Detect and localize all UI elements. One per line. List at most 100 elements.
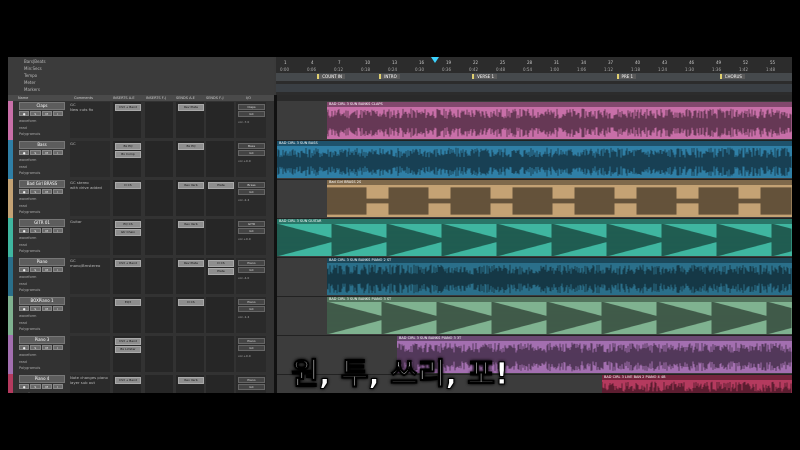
view-selector[interactable]: waveform bbox=[19, 236, 36, 240]
track-name[interactable]: Bass bbox=[19, 141, 65, 149]
io-selector[interactable]: Bass bbox=[238, 143, 265, 149]
track-name[interactable]: Bad Girl BRASS bbox=[19, 180, 65, 188]
plugin-slot[interactable]: CS3 + Bend bbox=[115, 260, 141, 267]
track-lane[interactable]: BAD CIRL 3 SUN BANKS PIANO 3 ST bbox=[277, 296, 792, 336]
plugin-slot[interactable]: Bx EQ bbox=[115, 143, 141, 150]
plugin-slot[interactable]: Bx Comp bbox=[115, 151, 141, 158]
marker[interactable]: PRE 1 bbox=[616, 74, 637, 79]
automation-selector[interactable]: read bbox=[19, 204, 27, 208]
input-monitor-button[interactable]: I bbox=[52, 267, 63, 272]
automation-selector[interactable]: read bbox=[19, 243, 27, 247]
ruler-label-markers[interactable]: Markers bbox=[8, 86, 40, 93]
timeline-ruler[interactable]: 1 4 7 10 13 16 19 22 25 28 31 34 37 40 43 46 49 52 55 0:00… bbox=[276, 57, 792, 95]
view-selector[interactable]: waveform bbox=[19, 119, 36, 123]
mute-button[interactable]: M bbox=[41, 150, 52, 155]
audio-clip[interactable]: BAD CIRL 3 SUN BANKS PIANO 3 ST bbox=[327, 297, 792, 334]
input-monitor-button[interactable]: I bbox=[52, 306, 63, 311]
record-button[interactable]: ● bbox=[19, 228, 30, 233]
track-name[interactable]: Claps bbox=[19, 102, 65, 110]
mute-button[interactable]: M bbox=[41, 111, 52, 116]
io-selector[interactable]: Piano bbox=[238, 260, 265, 266]
mute-button[interactable]: M bbox=[41, 267, 52, 272]
track-row[interactable]: Piano ● S M Iwaveform read Polygramois GC mono/… bbox=[8, 257, 274, 297]
view-selector[interactable]: waveform bbox=[19, 158, 36, 162]
view-selector[interactable]: waveform bbox=[19, 275, 36, 279]
track-lane[interactable]: BAD CIRL 3 SUN BANKS CLAPS bbox=[277, 101, 792, 141]
mute-button[interactable]: M bbox=[41, 228, 52, 233]
track-row[interactable]: Claps ● S M Iwaveform read Polygramois GC New c… bbox=[8, 101, 274, 141]
io-selector[interactable]: Piano bbox=[238, 338, 265, 344]
playlist-selector[interactable]: Polygramois bbox=[19, 288, 40, 292]
record-button[interactable]: ● bbox=[19, 111, 30, 116]
audio-clip[interactable]: BAD CIRL 3 SUN BANKS PIANO 2 ST bbox=[327, 258, 792, 295]
marker[interactable]: COUNT IN bbox=[317, 74, 346, 79]
audio-clip[interactable]: Bad Girl BRASS 2S bbox=[327, 180, 792, 217]
plugin-slot[interactable]: D CS bbox=[178, 299, 204, 306]
io-selector[interactable]: GC bbox=[238, 150, 265, 156]
io-selector[interactable]: GC bbox=[238, 111, 265, 117]
audio-clip[interactable]: BAD CIRL 3 SUN BASS bbox=[277, 141, 792, 178]
plugin-slot[interactable]: CS3 + Bend bbox=[115, 104, 141, 111]
track-comment[interactable] bbox=[70, 297, 110, 333]
input-monitor-button[interactable]: I bbox=[52, 111, 63, 116]
io-selector[interactable]: GC bbox=[238, 228, 265, 234]
plugin-slot[interactable]: Rev Verb bbox=[178, 221, 204, 228]
view-selector[interactable]: waveform bbox=[19, 197, 36, 201]
ruler-label-tempo[interactable]: Tempo bbox=[8, 72, 37, 79]
input-monitor-button[interactable]: I bbox=[52, 228, 63, 233]
ruler-label-bars[interactable]: Bars|Beats bbox=[8, 58, 46, 65]
playlist-selector[interactable]: Polygramois bbox=[19, 249, 40, 253]
track-comment[interactable]: GC mono/Bmstereo bbox=[70, 258, 110, 294]
playhead-flag-icon[interactable] bbox=[431, 57, 439, 63]
plugin-slot[interactable]: Gtr Chain bbox=[115, 229, 141, 236]
view-selector[interactable]: waveform bbox=[19, 314, 36, 318]
solo-button[interactable]: S bbox=[30, 228, 41, 233]
bars-ruler[interactable]: 1 4 7 10 13 16 19 22 25 28 31 34 37 40 43 46 49 52 55 bbox=[276, 60, 792, 66]
record-button[interactable]: ● bbox=[19, 306, 30, 311]
solo-button[interactable]: S bbox=[30, 306, 41, 311]
marker[interactable]: VERSE 1 bbox=[472, 74, 498, 79]
plugin-slot[interactable]: D CS bbox=[115, 182, 141, 189]
solo-button[interactable]: S bbox=[30, 189, 41, 194]
track-name[interactable]: Piano 3 bbox=[19, 336, 65, 344]
io-selector[interactable]: Piano bbox=[238, 299, 265, 305]
io-selector[interactable]: GC bbox=[238, 189, 265, 195]
audio-clip[interactable]: BAD CIRL 3 SUN BANKS CLAPS bbox=[327, 102, 792, 139]
marker[interactable]: CHORUS bbox=[719, 74, 745, 79]
ruler-label-mins[interactable]: Min:Secs bbox=[8, 65, 42, 72]
plugin-slot[interactable]: Bx EQ bbox=[178, 143, 204, 150]
track-lane[interactable]: BAD CIRL 3 SUN BASS bbox=[277, 140, 792, 180]
plugin-slot[interactable]: EQ CS bbox=[115, 221, 141, 228]
io-selector[interactable]: Brass bbox=[238, 182, 265, 188]
track-comment[interactable]: GC bbox=[70, 141, 110, 177]
track-comment[interactable]: GC New cuts fix bbox=[70, 102, 110, 138]
input-monitor-button[interactable]: I bbox=[52, 150, 63, 155]
plugin-slot[interactable]: Plate bbox=[208, 268, 234, 275]
track-comment[interactable]: Guitar bbox=[70, 219, 110, 255]
playlist-selector[interactable]: Polygramois bbox=[19, 327, 40, 331]
io-selector[interactable]: GC bbox=[238, 267, 265, 273]
record-button[interactable]: ● bbox=[19, 189, 30, 194]
automation-selector[interactable]: read bbox=[19, 165, 27, 169]
marker-lane[interactable]: COUNT IN INTRO VERSE 1 PRE 1 CHORUS bbox=[276, 73, 792, 81]
track-row[interactable]: GITR 01 ● S M Iwaveform read Polygramois Guitar… bbox=[8, 218, 274, 258]
io-selector[interactable]: GC bbox=[238, 306, 265, 312]
solo-button[interactable]: S bbox=[30, 150, 41, 155]
mute-button[interactable]: M bbox=[41, 189, 52, 194]
solo-button[interactable]: S bbox=[30, 111, 41, 116]
track-row[interactable]: BOXPiano 1 ● S M Iwaveform read Polygramois EQ3… bbox=[8, 296, 274, 336]
track-name[interactable]: GITR 01 bbox=[19, 219, 65, 227]
plugin-slot[interactable]: Rev Verb bbox=[178, 182, 204, 189]
plugin-slot[interactable]: Plate bbox=[208, 182, 234, 189]
plugin-slot[interactable]: EQ3 bbox=[115, 299, 141, 306]
track-name[interactable]: BOXPiano 1 bbox=[19, 297, 65, 305]
track-lane[interactable]: BAD CIRL 3 SUN GUITAR bbox=[277, 218, 792, 258]
automation-selector[interactable]: read bbox=[19, 282, 27, 286]
automation-selector[interactable]: read bbox=[19, 126, 27, 130]
solo-button[interactable]: S bbox=[30, 267, 41, 272]
playlist-selector[interactable]: Polygramois bbox=[19, 171, 40, 175]
plugin-slot[interactable]: Rev Plate bbox=[178, 104, 204, 111]
audio-clip[interactable]: BAD CIRL 3 SUN GUITAR bbox=[277, 219, 792, 256]
track-lane[interactable]: Bad Girl BRASS 2S bbox=[277, 179, 792, 219]
track-lane[interactable]: BAD CIRL 3 SUN BANKS PIANO 2 ST bbox=[277, 257, 792, 297]
